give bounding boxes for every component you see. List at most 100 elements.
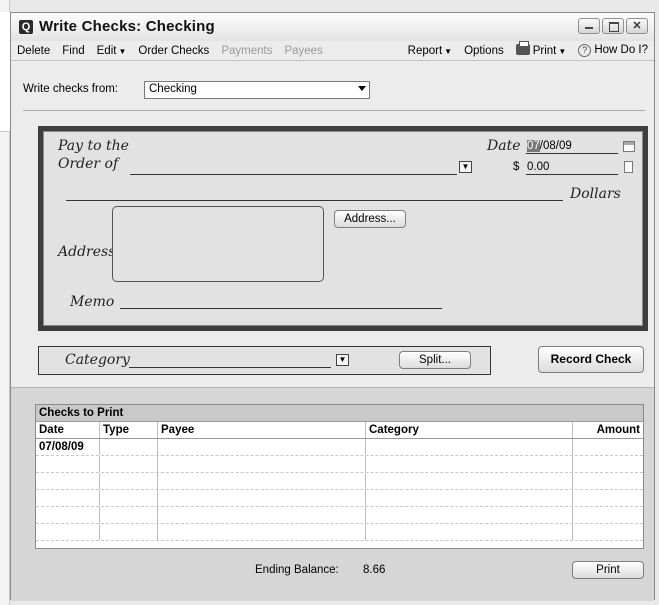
cell-category xyxy=(366,507,573,523)
cell-category xyxy=(366,490,573,506)
menu-options[interactable]: Options xyxy=(458,45,510,57)
category-label: Category xyxy=(65,352,130,368)
category-dropdown-icon[interactable]: ▼ xyxy=(336,354,349,366)
cell-payee xyxy=(158,507,366,523)
cell-type xyxy=(100,473,158,489)
column-header-payee[interactable]: Payee xyxy=(158,422,366,438)
cell-category xyxy=(366,473,573,489)
pay-to-label-line2: Order of xyxy=(58,156,119,172)
cell-type xyxy=(100,439,158,455)
minimize-button[interactable] xyxy=(578,18,600,34)
cell-category xyxy=(366,439,573,455)
column-header-category[interactable]: Category xyxy=(366,422,573,438)
cell-type xyxy=(100,524,158,540)
address-label: Address xyxy=(58,244,116,260)
record-check-button[interactable]: Record Check xyxy=(538,346,644,373)
checks-to-print-table: Checks to Print Date Type Payee Category… xyxy=(35,404,644,549)
menu-edit[interactable]: Edit ▼ xyxy=(91,45,133,57)
dropdown-arrow-icon: ▼ xyxy=(118,46,127,56)
address-button[interactable]: Address... xyxy=(334,210,406,228)
split-button[interactable]: Split... xyxy=(399,351,471,369)
cell-amount xyxy=(573,507,643,523)
ending-balance-value: 8.66 xyxy=(363,564,386,576)
menu-report-label: Report xyxy=(407,44,443,57)
payee-dropdown-icon[interactable]: ▼ xyxy=(459,161,472,173)
cell-category xyxy=(366,456,573,472)
date-underline xyxy=(526,153,618,154)
cell-type xyxy=(100,456,158,472)
title-bar[interactable]: Q Write Checks: Checking ✕ xyxy=(11,13,654,41)
cell-date: 07/08/09 xyxy=(36,439,100,455)
date-input[interactable]: 07/08/09 xyxy=(527,140,572,152)
cell-date xyxy=(36,507,100,523)
window-title: Write Checks: Checking xyxy=(39,18,215,35)
menu-order-checks[interactable]: Order Checks xyxy=(132,45,215,57)
menu-delete[interactable]: Delete xyxy=(11,45,56,57)
write-checks-from-label: Write checks from: xyxy=(23,83,118,95)
address-textarea[interactable] xyxy=(112,206,324,282)
menu-payments[interactable]: Payments xyxy=(215,45,278,57)
category-panel: Category ▼ Split... xyxy=(38,346,491,375)
column-header-amount[interactable]: Amount xyxy=(573,422,643,438)
dropdown-arrow-icon: ▼ xyxy=(444,46,453,56)
table-row[interactable] xyxy=(36,473,643,490)
dropdown-arrow-icon: ▼ xyxy=(558,47,567,56)
cell-amount xyxy=(573,490,643,506)
cell-amount xyxy=(573,473,643,489)
memo-input[interactable] xyxy=(120,308,442,309)
table-row[interactable] xyxy=(36,524,643,541)
cell-date xyxy=(36,524,100,540)
table-row[interactable] xyxy=(36,456,643,473)
main-content: Write checks from: Checking Pay to the O… xyxy=(11,61,654,601)
table-row[interactable] xyxy=(36,490,643,507)
cell-category xyxy=(366,524,573,540)
account-select[interactable]: Checking xyxy=(144,81,370,99)
column-header-type[interactable]: Type xyxy=(100,422,158,438)
ending-balance-label: Ending Balance: xyxy=(255,564,339,576)
cell-amount xyxy=(573,456,643,472)
amount-input[interactable]: 0.00 xyxy=(527,161,549,173)
cell-type xyxy=(100,490,158,506)
cell-payee xyxy=(158,524,366,540)
calendar-icon[interactable] xyxy=(623,141,635,152)
menu-report[interactable]: Report ▼ xyxy=(402,45,458,57)
date-rest: /08/09 xyxy=(539,140,572,152)
print-button[interactable]: Print xyxy=(572,561,644,579)
cell-payee xyxy=(158,473,366,489)
menu-print[interactable]: Print ▼ xyxy=(510,41,573,57)
left-edge-strip xyxy=(0,0,10,605)
amount-underline xyxy=(526,174,618,175)
menu-payees[interactable]: Payees xyxy=(278,45,328,57)
table-title: Checks to Print xyxy=(36,405,643,422)
cell-date xyxy=(36,473,100,489)
category-input[interactable] xyxy=(129,367,331,368)
calculator-icon[interactable] xyxy=(624,161,633,173)
menu-how-do-i[interactable]: ? How Do I? xyxy=(572,44,654,57)
maximize-button[interactable] xyxy=(602,18,624,34)
cell-amount xyxy=(573,524,643,540)
pay-to-label-line1: Pay to the xyxy=(58,138,129,154)
date-month-selected: 07 xyxy=(527,140,540,152)
dollars-label: Dollars xyxy=(570,186,621,202)
cell-date xyxy=(36,456,100,472)
menu-find[interactable]: Find xyxy=(56,45,90,57)
menu-edit-label: Edit xyxy=(96,44,117,57)
written-amount-line xyxy=(66,200,563,201)
payee-input[interactable] xyxy=(130,174,457,175)
window-controls: ✕ xyxy=(578,18,648,34)
cell-amount xyxy=(573,439,643,455)
divider xyxy=(23,110,645,111)
menu-bar: Delete Find Edit ▼ Order Checks Payments … xyxy=(11,41,654,61)
help-icon: ? xyxy=(578,44,592,57)
printer-icon xyxy=(515,41,530,55)
cell-payee xyxy=(158,456,366,472)
cell-date xyxy=(36,490,100,506)
check-face: Pay to the Order of ▼ Date 07/08/09 $ 0.… xyxy=(43,131,643,326)
table-row[interactable] xyxy=(36,507,643,524)
column-header-date[interactable]: Date xyxy=(36,422,100,438)
table-row[interactable]: 07/08/09 xyxy=(36,439,643,456)
memo-label: Memo xyxy=(70,294,115,310)
close-button[interactable]: ✕ xyxy=(626,18,648,34)
cell-payee xyxy=(158,490,366,506)
dollar-sign: $ xyxy=(513,161,520,173)
